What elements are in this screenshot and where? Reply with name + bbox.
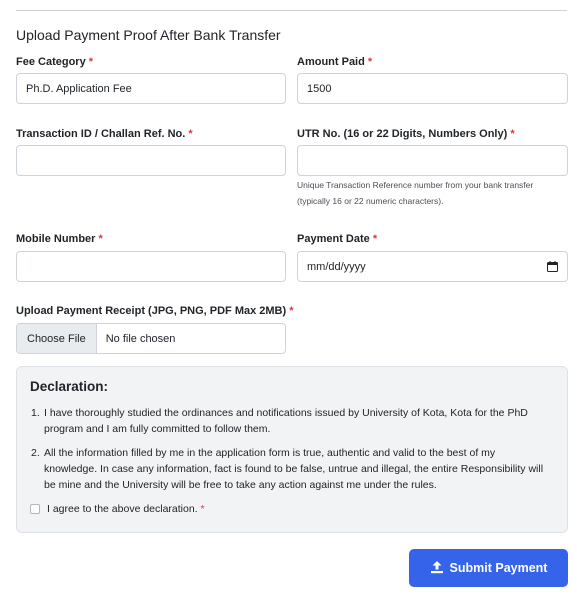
declaration-item-number: 1. bbox=[31, 407, 40, 419]
payment-date-value: mm/dd/yyyy bbox=[307, 260, 366, 273]
agree-declaration[interactable]: I agree to the above declaration. * bbox=[30, 503, 205, 515]
required-mark: * bbox=[188, 128, 193, 140]
declaration-title: Declaration: bbox=[30, 379, 109, 394]
receipt-file-input[interactable]: Choose File No file chosen bbox=[16, 323, 286, 354]
receipt-label: Upload Payment Receipt (JPG, PNG, PDF Ma… bbox=[16, 305, 294, 317]
upload-icon bbox=[430, 560, 444, 577]
amount-paid-value: 1500 bbox=[307, 82, 332, 95]
transaction-id-label-text: Transaction ID / Challan Ref. No. bbox=[16, 128, 186, 140]
amount-paid-field[interactable]: 1500 bbox=[297, 73, 568, 104]
amount-paid-label-text: Amount Paid bbox=[297, 56, 365, 68]
mobile-number-field[interactable] bbox=[16, 251, 286, 282]
declaration-item-text: All the information filled by me in the … bbox=[44, 447, 544, 491]
submit-payment-button[interactable]: Submit Payment bbox=[409, 549, 568, 587]
required-mark: * bbox=[367, 56, 373, 68]
receipt-label-text: Upload Payment Receipt (JPG, PNG, PDF Ma… bbox=[16, 305, 287, 317]
payment-date-label-text: Payment Date bbox=[297, 233, 370, 245]
mobile-number-label-text: Mobile Number bbox=[16, 233, 96, 245]
fee-category-label-text: Fee Category bbox=[16, 56, 86, 68]
fee-category-value: Ph.D. Application Fee bbox=[26, 82, 132, 95]
utr-help-text: Unique Transaction Reference number from… bbox=[297, 177, 533, 209]
required-mark: * bbox=[88, 56, 94, 68]
utr-no-label: UTR No. (16 or 22 Digits, Numbers Only) … bbox=[297, 128, 515, 140]
top-divider bbox=[16, 10, 567, 11]
utr-help-line-2: (typically 16 or 22 numeric characters). bbox=[297, 196, 444, 206]
utr-help-line-1: Unique Transaction Reference number from… bbox=[297, 180, 534, 190]
declaration-item-text: I have thoroughly studied the ordinances… bbox=[44, 407, 528, 435]
agree-checkbox[interactable] bbox=[30, 504, 40, 514]
file-status: No file chosen bbox=[105, 332, 176, 345]
calendar-icon[interactable] bbox=[547, 261, 558, 272]
utr-no-field[interactable] bbox=[297, 145, 568, 176]
fee-category-field[interactable]: Ph.D. Application Fee bbox=[16, 73, 286, 104]
page-title: Upload Payment Proof After Bank Transfer bbox=[16, 27, 281, 43]
agree-label: I agree to the above declaration. bbox=[47, 503, 198, 515]
utr-no-label-text: UTR No. (16 or 22 Digits, Numbers Only) bbox=[297, 128, 508, 140]
declaration-item-1: 1. I have thoroughly studied the ordinan… bbox=[31, 405, 551, 437]
declaration-item-number: 2. bbox=[31, 447, 40, 459]
choose-file-button[interactable]: Choose File bbox=[17, 324, 97, 353]
transaction-id-label: Transaction ID / Challan Ref. No. * bbox=[16, 128, 193, 140]
required-mark: * bbox=[289, 305, 294, 317]
declaration-box: Declaration: 1. I have thoroughly studie… bbox=[16, 366, 568, 533]
mobile-number-label: Mobile Number * bbox=[16, 233, 103, 245]
payment-date-field[interactable]: mm/dd/yyyy bbox=[297, 251, 568, 282]
submit-label: Submit Payment bbox=[449, 561, 548, 575]
declaration-item-2: 2. All the information filled by me in t… bbox=[31, 445, 551, 493]
transaction-id-field[interactable] bbox=[16, 145, 286, 176]
required-mark: * bbox=[200, 503, 205, 515]
amount-paid-label: Amount Paid * bbox=[297, 56, 372, 68]
payment-date-label: Payment Date * bbox=[297, 233, 377, 245]
required-mark: * bbox=[372, 233, 378, 245]
fee-category-label: Fee Category * bbox=[16, 56, 93, 68]
required-mark: * bbox=[510, 128, 515, 140]
required-mark: * bbox=[98, 233, 103, 245]
